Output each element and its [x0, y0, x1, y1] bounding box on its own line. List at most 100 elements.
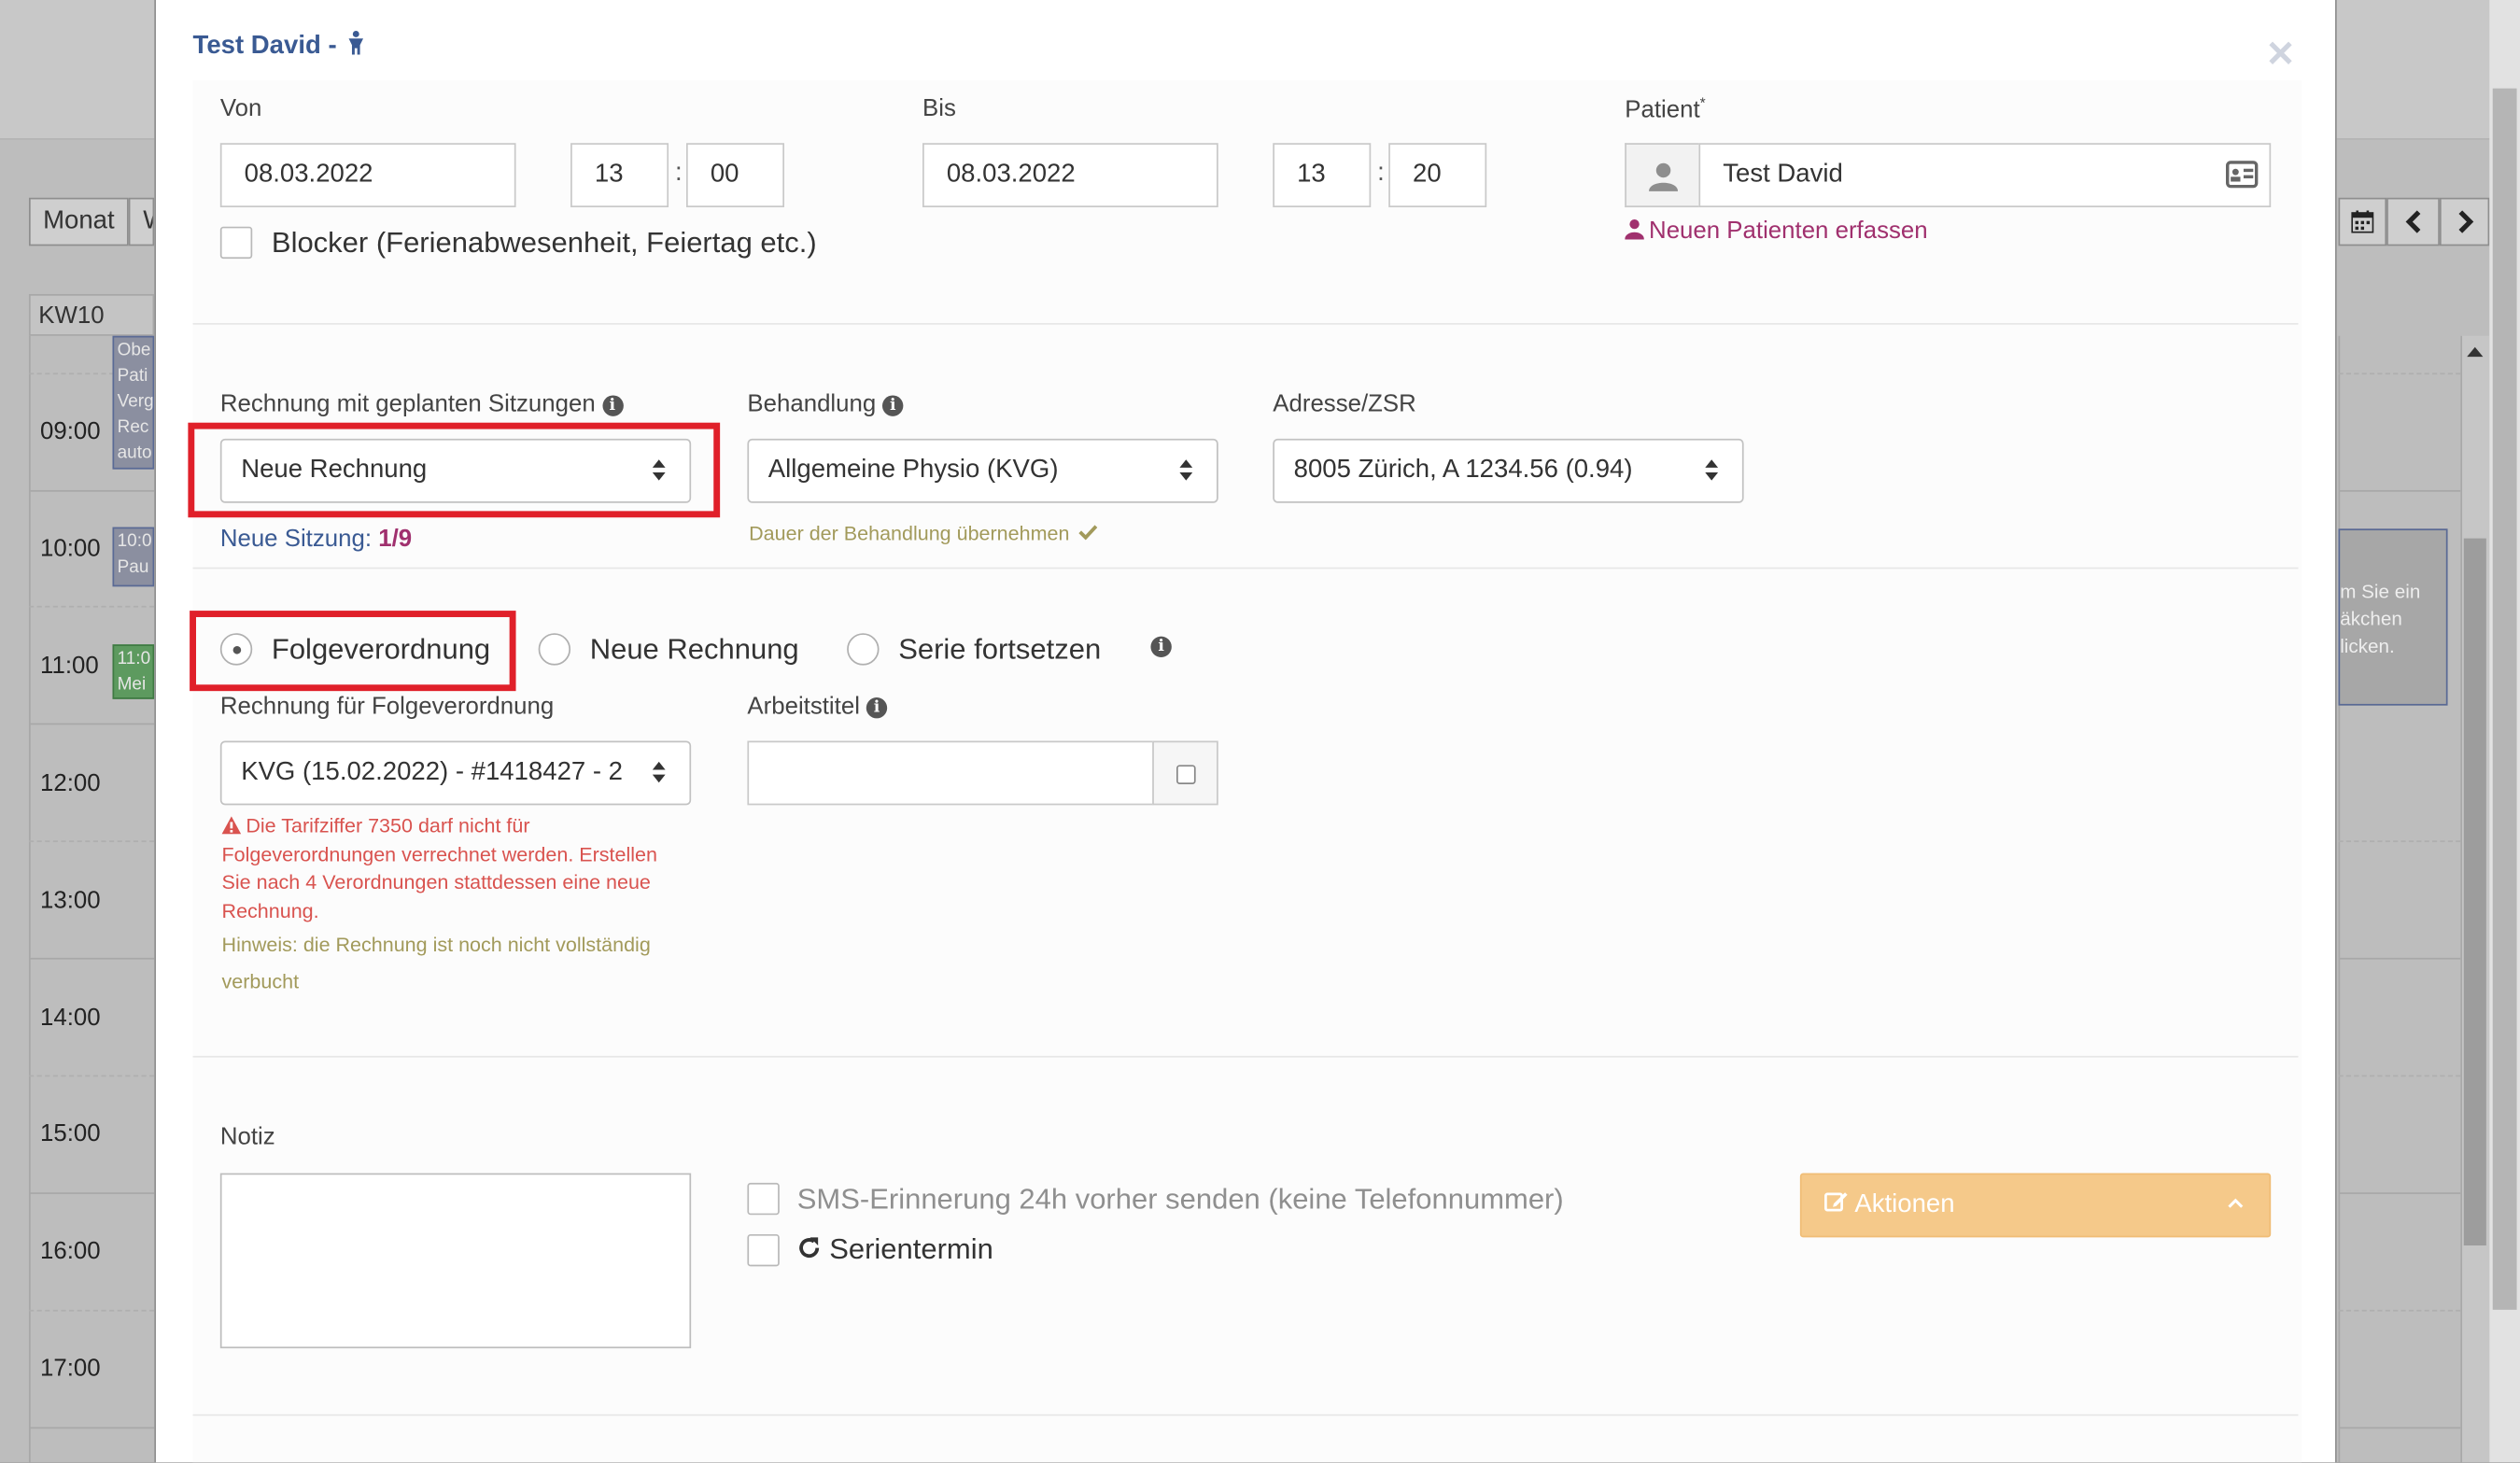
info-icon[interactable]: i: [866, 697, 888, 719]
blocker-checkbox[interactable]: [219, 226, 253, 260]
sms-label: SMS-Erinnerung 24h vorher senden (keine …: [796, 1182, 1564, 1216]
select-arrows-icon: [1705, 459, 1719, 482]
von-date-input[interactable]: 08.03.2022: [219, 143, 516, 208]
warning-line: Die Tarifziffer 7350 darf nicht für: [221, 813, 688, 841]
arbeitstitel-addon: [1152, 740, 1218, 806]
select-arrows-icon: [1179, 459, 1193, 482]
half-hour-line: [2338, 1309, 2461, 1312]
hour-label: 09:00: [40, 417, 101, 445]
hint-line: m Sie ein: [2340, 580, 2421, 603]
actions-button[interactable]: Aktionen: [1799, 1173, 2272, 1238]
hour-label: 12:00: [40, 769, 101, 797]
hint-line: verbucht: [221, 970, 300, 993]
new-patient-link[interactable]: Neuen Patienten erfassen: [1625, 217, 1928, 245]
section-divider: [192, 1414, 2299, 1416]
actions-label: Aktionen: [1854, 1190, 1955, 1218]
close-icon: [2269, 41, 2292, 64]
id-card-icon: [2226, 161, 2259, 189]
section-divider: [192, 1055, 2299, 1058]
bis-label: Bis: [922, 94, 956, 122]
rechnung-label: Rechnung mit geplanten Sitzungen i: [220, 390, 624, 418]
view-week-button[interactable]: W: [128, 197, 155, 246]
behandlung-select[interactable]: Allgemeine Physio (KVG): [747, 438, 1218, 503]
sms-checkbox[interactable]: [747, 1182, 780, 1216]
prev-button[interactable]: [2386, 197, 2440, 246]
info-icon[interactable]: i: [601, 395, 624, 416]
von-hour-input[interactable]: 13: [570, 143, 669, 208]
behandlung-label-text: Behandlung: [747, 390, 877, 418]
hint-line: äkchen: [2340, 607, 2402, 630]
patient-input[interactable]: Test David: [1698, 143, 2272, 208]
next-button[interactable]: [2439, 197, 2490, 246]
calendar-picker-button[interactable]: [2338, 197, 2387, 246]
warning-icon: [221, 816, 242, 835]
von-minute-input[interactable]: 00: [685, 143, 784, 208]
radio-neue-rechnung-label: Neue Rechnung: [589, 633, 799, 666]
chevron-up-icon: [2228, 1198, 2244, 1208]
warning-text: Die Tarifziffer 7350 darf nicht für: [246, 814, 530, 837]
half-hour-line: [28, 1309, 155, 1312]
von-label: Von: [219, 94, 262, 122]
radio-serie-fortsetzen-label: Serie fortsetzen: [898, 633, 1102, 666]
bis-minute-input[interactable]: 20: [1388, 143, 1487, 208]
tarif-warning: Die Tarifziffer 7350 darf nicht für Folg…: [221, 813, 688, 925]
arbeitstitel-input[interactable]: [747, 740, 1154, 806]
folge-rechnung-select[interactable]: KVG (15.02.2022) - #1418427 - 2: [219, 740, 692, 806]
screen: Monat W KW10 09:00 10:00 11:00 12:00 13:…: [0, 0, 2520, 1463]
check-icon: [1078, 525, 1098, 541]
select-arrows-icon: [652, 761, 667, 784]
hour-line: [28, 723, 155, 725]
refresh-icon: [799, 1237, 820, 1259]
arbeitstitel-checkbox[interactable]: [1176, 765, 1196, 784]
hour-line: [28, 1192, 155, 1194]
adresse-label: Adresse/ZSR: [1273, 390, 1416, 418]
event-text: 10:0: [117, 531, 152, 552]
calendar-event[interactable]: 11:0 Mei: [112, 644, 155, 699]
folge-rechnung-select-value: KVG (15.02.2022) - #1418427 - 2: [241, 758, 624, 786]
hour-label: 15:00: [40, 1119, 101, 1148]
hour-line: [2338, 1427, 2461, 1429]
scroll-up-icon[interactable]: [2467, 346, 2484, 358]
calendar-scroll-thumb[interactable]: [2463, 538, 2486, 1246]
bis-hour-input[interactable]: 13: [1273, 143, 1372, 208]
behandlung-label: Behandlung i: [747, 390, 904, 418]
hour-line: [28, 489, 155, 492]
half-hour-line: [2338, 1075, 2461, 1077]
bis-date-input[interactable]: 08.03.2022: [922, 143, 1218, 208]
calendar-event[interactable]: Obe Pati Verg Rec auto: [112, 335, 155, 470]
booking-hint: Hinweis: die Rechnung ist noch nicht vol…: [222, 927, 704, 1001]
folge-rechnung-label: Rechnung für Folgeverordnung: [219, 692, 555, 721]
patient-label-text: Patient: [1625, 96, 1700, 124]
duration-hint-text: Dauer der Behandlung übernehmen: [749, 522, 1070, 545]
close-button[interactable]: [2268, 32, 2294, 77]
time-separator: :: [674, 159, 683, 187]
notiz-label: Notiz: [219, 1123, 275, 1151]
section-divider: [192, 322, 2299, 325]
half-hour-line: [2338, 840, 2461, 842]
warning-line: Rechnung.: [221, 899, 319, 922]
calendar-event[interactable]: 10:0 Pau: [112, 527, 155, 587]
radio-neue-rechnung[interactable]: [538, 633, 571, 666]
adresse-select[interactable]: 8005 Zürich, A 1234.56 (0.94): [1273, 438, 1744, 503]
empty-slot-hint[interactable]: m Sie ein äkchen licken.: [2338, 528, 2448, 706]
section-divider: [192, 567, 2299, 570]
hour-label: 17:00: [40, 1355, 101, 1383]
info-icon[interactable]: i: [882, 395, 904, 416]
time-separator: :: [1377, 159, 1385, 187]
hour-line: [2338, 1192, 2461, 1194]
hour-label: 16:00: [40, 1237, 101, 1265]
duration-hint-link[interactable]: Dauer der Behandlung übernehmen: [749, 522, 1098, 545]
view-month-button[interactable]: Monat: [28, 197, 129, 246]
patient-card-button[interactable]: [2226, 161, 2259, 196]
event-text: auto: [117, 443, 152, 463]
half-hour-line: [28, 840, 155, 842]
page-scroll-thumb[interactable]: [2492, 88, 2517, 1310]
hint-line: licken.: [2340, 634, 2395, 658]
hour-line: [28, 957, 155, 960]
notiz-textarea[interactable]: [219, 1173, 692, 1349]
radio-serie-fortsetzen[interactable]: [847, 633, 880, 666]
behandlung-select-value: Allgemeine Physio (KVG): [767, 456, 1059, 485]
radio-info[interactable]: i: [1145, 631, 1172, 660]
serientermin-checkbox[interactable]: [747, 1233, 780, 1267]
half-hour-line: [28, 1075, 155, 1077]
